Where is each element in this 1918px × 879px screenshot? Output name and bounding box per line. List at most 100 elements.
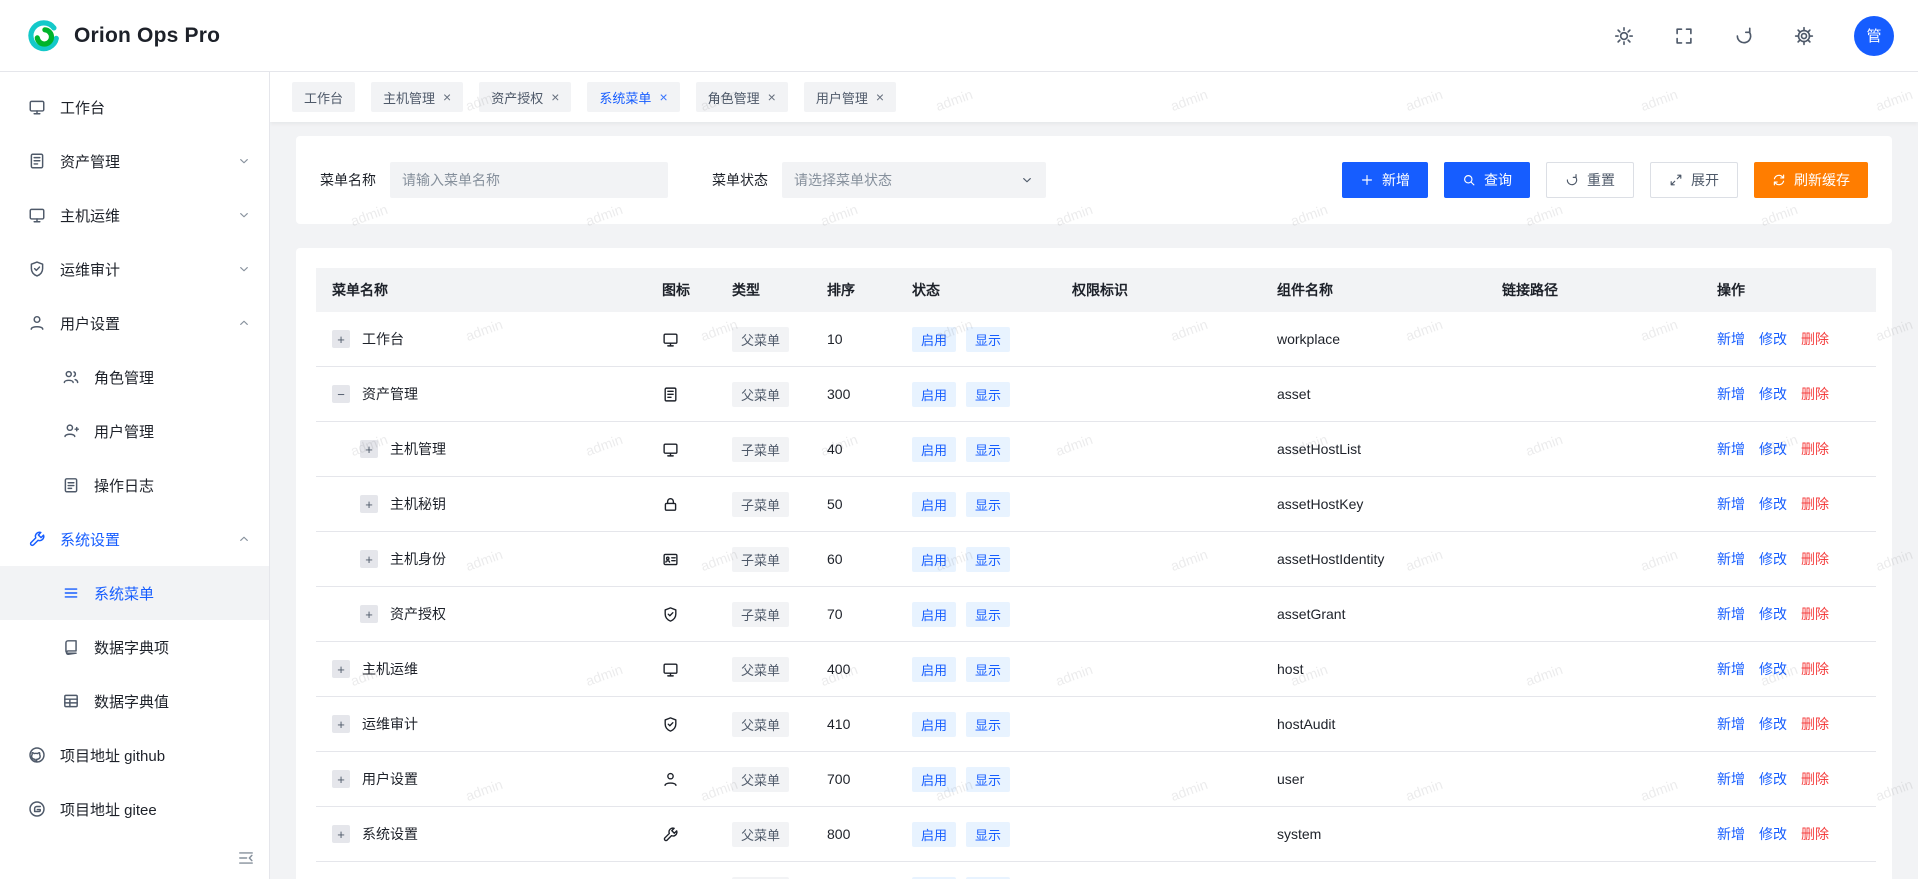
sidebar-item[interactable]: 用户设置 xyxy=(0,296,269,350)
menu-status-select[interactable]: 请选择菜单状态 xyxy=(782,162,1046,198)
fullscreen-icon[interactable] xyxy=(1674,26,1694,46)
column-header: 菜单名称 xyxy=(316,268,646,312)
op-delete-link[interactable]: 删除 xyxy=(1801,661,1829,677)
op-add-link[interactable]: 新增 xyxy=(1717,331,1745,347)
op-edit-link[interactable]: 修改 xyxy=(1759,441,1787,457)
op-delete-link[interactable]: 删除 xyxy=(1801,551,1829,567)
sidebar-item[interactable]: 用户管理 xyxy=(0,404,269,458)
tab-label: 主机管理 xyxy=(383,88,435,107)
op-delete-link[interactable]: 删除 xyxy=(1801,771,1829,787)
order-text: 40 xyxy=(827,441,843,457)
user-avatar[interactable]: 管 xyxy=(1854,16,1894,56)
op-edit-link[interactable]: 修改 xyxy=(1759,716,1787,732)
menu-type-tag: 子菜单 xyxy=(732,492,789,517)
sidebar-item[interactable]: 项目地址 github xyxy=(0,728,269,782)
expand-button[interactable]: 展开 xyxy=(1650,162,1738,198)
sidebar-item[interactable]: 项目地址 gitee xyxy=(0,782,269,836)
sidebar-item[interactable]: 操作日志 xyxy=(0,458,269,512)
tree-expander[interactable]: + xyxy=(332,715,350,733)
component-text: assetHostList xyxy=(1277,441,1361,457)
op-delete-link[interactable]: 删除 xyxy=(1801,716,1829,732)
menu-name-text: 系统设置 xyxy=(362,824,418,844)
table-row: +项目地址 github父菜单1000启用显示https://github.co… xyxy=(316,862,1876,879)
status-enabled-tag: 启用 xyxy=(912,327,956,352)
tree-expander[interactable]: + xyxy=(332,825,350,843)
tab[interactable]: 角色管理× xyxy=(696,82,788,112)
menu-name-input[interactable] xyxy=(390,162,668,198)
settings-icon[interactable] xyxy=(1794,26,1814,46)
tab[interactable]: 主机管理 × xyxy=(371,82,463,112)
op-add-link[interactable]: 新增 xyxy=(1717,606,1745,622)
op-add-link[interactable]: 新增 xyxy=(1717,386,1745,402)
status-visible-tag: 显示 xyxy=(966,547,1010,572)
tab-close-icon[interactable]: × xyxy=(876,90,884,104)
menu-status-placeholder: 请选择菜单状态 xyxy=(794,170,892,190)
op-add-link[interactable]: 新增 xyxy=(1717,661,1745,677)
theme-toggle-icon[interactable] xyxy=(1614,26,1634,46)
status-visible-tag: 显示 xyxy=(966,437,1010,462)
search-button[interactable]: 查询 xyxy=(1444,162,1530,198)
op-edit-link[interactable]: 修改 xyxy=(1759,331,1787,347)
sidebar-item[interactable]: 系统菜单 xyxy=(0,566,269,620)
tree-expander[interactable]: + xyxy=(360,605,378,623)
tree-expander[interactable]: + xyxy=(332,330,350,348)
op-edit-link[interactable]: 修改 xyxy=(1759,386,1787,402)
expand-icon xyxy=(1669,173,1683,187)
menu-name-text: 工作台 xyxy=(362,329,404,349)
op-add-link[interactable]: 新增 xyxy=(1717,826,1745,842)
add-button[interactable]: 新增 xyxy=(1342,162,1428,198)
tab-close-icon[interactable]: × xyxy=(551,90,559,104)
sidebar-item[interactable]: 工作台 xyxy=(0,80,269,134)
op-delete-link[interactable]: 删除 xyxy=(1801,441,1829,457)
op-edit-link[interactable]: 修改 xyxy=(1759,771,1787,787)
op-edit-link[interactable]: 修改 xyxy=(1759,606,1787,622)
tree-expander[interactable]: + xyxy=(360,440,378,458)
op-edit-link[interactable]: 修改 xyxy=(1759,826,1787,842)
op-delete-link[interactable]: 删除 xyxy=(1801,826,1829,842)
sidebar-item[interactable]: 主机运维 xyxy=(0,188,269,242)
tab[interactable]: 资产授权× xyxy=(479,82,571,112)
component-text: assetHostKey xyxy=(1277,496,1363,512)
op-add-link[interactable]: 新增 xyxy=(1717,716,1745,732)
menu-type-tag: 父菜单 xyxy=(732,712,789,737)
sidebar-item[interactable]: 系统设置 xyxy=(0,512,269,566)
status-visible-tag: 显示 xyxy=(966,382,1010,407)
sidebar-item-label: 系统菜单 xyxy=(94,583,154,604)
tab[interactable]: 工作台 xyxy=(292,82,355,112)
tab[interactable]: 用户管理 × xyxy=(804,82,896,112)
op-add-link[interactable]: 新增 xyxy=(1717,441,1745,457)
tab-label: 用户管理 xyxy=(816,88,868,107)
sidebar-item[interactable]: 数据字典值 xyxy=(0,674,269,728)
sidebar-item[interactable]: 角色管理 xyxy=(0,350,269,404)
tree-expander[interactable]: + xyxy=(332,770,350,788)
tree-expander[interactable]: − xyxy=(332,385,350,403)
sidebar-item[interactable]: 资产管理 xyxy=(0,134,269,188)
refresh-icon[interactable] xyxy=(1734,26,1754,46)
tab-close-icon[interactable]: × xyxy=(768,90,776,104)
tree-expander[interactable]: + xyxy=(360,550,378,568)
order-text: 400 xyxy=(827,661,850,677)
tree-expander[interactable]: + xyxy=(332,660,350,678)
op-add-link[interactable]: 新增 xyxy=(1717,496,1745,512)
op-edit-link[interactable]: 修改 xyxy=(1759,661,1787,677)
collapse-sidebar-icon[interactable] xyxy=(237,849,255,867)
table-row: +用户设置父菜单700启用显示user新增修改删除 xyxy=(316,752,1876,807)
sidebar-item[interactable]: 运维审计 xyxy=(0,242,269,296)
desktop-icon xyxy=(662,661,679,678)
table-row: +资产授权子菜单70启用显示assetGrant新增修改删除 xyxy=(316,587,1876,642)
op-delete-link[interactable]: 删除 xyxy=(1801,496,1829,512)
op-edit-link[interactable]: 修改 xyxy=(1759,496,1787,512)
tree-expander[interactable]: + xyxy=(360,495,378,513)
op-add-link[interactable]: 新增 xyxy=(1717,771,1745,787)
tab[interactable]: 系统菜单× xyxy=(587,82,679,112)
op-delete-link[interactable]: 删除 xyxy=(1801,606,1829,622)
op-edit-link[interactable]: 修改 xyxy=(1759,551,1787,567)
tab-close-icon[interactable]: × xyxy=(443,90,451,104)
refresh-cache-button[interactable]: 刷新缓存 xyxy=(1754,162,1868,198)
reset-button[interactable]: 重置 xyxy=(1546,162,1634,198)
op-delete-link[interactable]: 删除 xyxy=(1801,386,1829,402)
op-delete-link[interactable]: 删除 xyxy=(1801,331,1829,347)
sidebar-item[interactable]: 数据字典项 xyxy=(0,620,269,674)
tab-close-icon[interactable]: × xyxy=(659,90,667,104)
op-add-link[interactable]: 新增 xyxy=(1717,551,1745,567)
